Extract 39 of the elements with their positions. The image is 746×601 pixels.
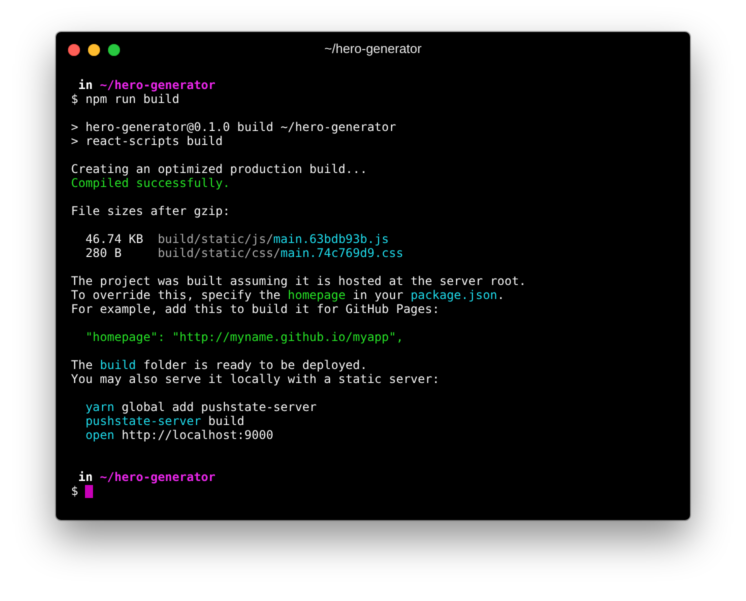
output-text: > react-scripts build [71, 134, 223, 148]
output-text: . [497, 288, 505, 302]
output-text: build [100, 358, 136, 372]
output-text: For example, add this to build it for GitHub Pages: [71, 302, 440, 316]
prompt-text: $ [71, 484, 80, 498]
output-text: 46.74 KB [84, 232, 144, 246]
output-text: build/static/css/ [158, 246, 281, 260]
output-text: You may also serve it locally with a static server: [71, 372, 440, 386]
output-text: main.63bdb93b.js [273, 232, 389, 246]
output-text: Creating an optimized production build... [71, 162, 368, 176]
output-text: build/static/js/ [158, 232, 274, 246]
output-text: http://localhost:9000 [120, 428, 274, 442]
output-text: yarn [84, 400, 114, 414]
output-text: To override this, specify the [71, 288, 282, 302]
output-text: in your [352, 288, 404, 302]
window-title: ~/hero-generator [324, 40, 422, 56]
output-text: global add pushstate-server [120, 400, 317, 414]
output-text: 280 B [84, 246, 123, 260]
prompt-text: ~/hero-generator [100, 470, 216, 484]
output-text: "homepage": "http://myname.github.io/myapp", [84, 330, 404, 344]
output-text: folder is ready to be deployed. [142, 358, 368, 372]
close-button[interactable] [68, 44, 80, 56]
output-text: open [84, 428, 114, 442]
output-text: Compiled successfully. [71, 176, 230, 190]
output-text: homepage [288, 288, 346, 302]
output-text: File sizes after gzip: [71, 204, 230, 218]
output-text: main.74c769d9.css [280, 246, 404, 260]
zoom-button[interactable] [108, 44, 120, 56]
prompt-text: in [78, 470, 94, 484]
output-text: package.json [410, 288, 498, 302]
prompt-text: $ npm run build [71, 92, 180, 106]
output-text: build [207, 414, 244, 428]
output-text: pushstate-server [84, 414, 202, 428]
prompt-text: ~/hero-generator [100, 78, 216, 92]
output-text: The project was built assuming it is hosted at the server root. [71, 274, 526, 288]
minimize-button[interactable] [88, 44, 100, 56]
output-text: > hero-generator@0.1.0 build ~/hero-generator [71, 120, 396, 134]
output-text: The [71, 358, 94, 372]
prompt-text: in [78, 78, 94, 92]
